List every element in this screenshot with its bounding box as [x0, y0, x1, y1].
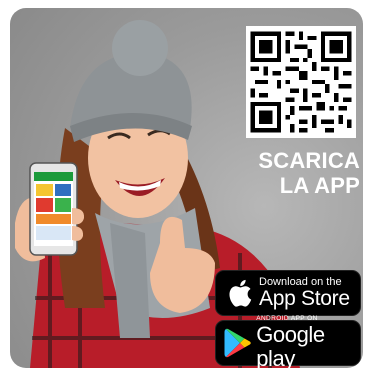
download-cta: SCARICA LA APP: [220, 148, 360, 198]
google-play-icon: [222, 323, 253, 363]
apple-icon: [222, 273, 256, 313]
app-download-banner: SCARICA LA APP Download on the App Store: [10, 8, 363, 368]
google-play-badge[interactable]: ANDROID APP ON Google play: [215, 315, 361, 369]
app-store-badge[interactable]: Download on the App Store: [215, 270, 361, 316]
google-play-big-text: Google play: [256, 322, 325, 369]
hat-pompom: [112, 20, 168, 76]
qr-code-icon: [246, 27, 356, 137]
phone-image: [29, 162, 78, 256]
cta-line-2: LA APP: [279, 173, 360, 198]
app-store-big-text: App Store: [259, 287, 350, 310]
qr-code[interactable]: [246, 26, 356, 138]
cta-line-1: SCARICA: [258, 148, 360, 173]
